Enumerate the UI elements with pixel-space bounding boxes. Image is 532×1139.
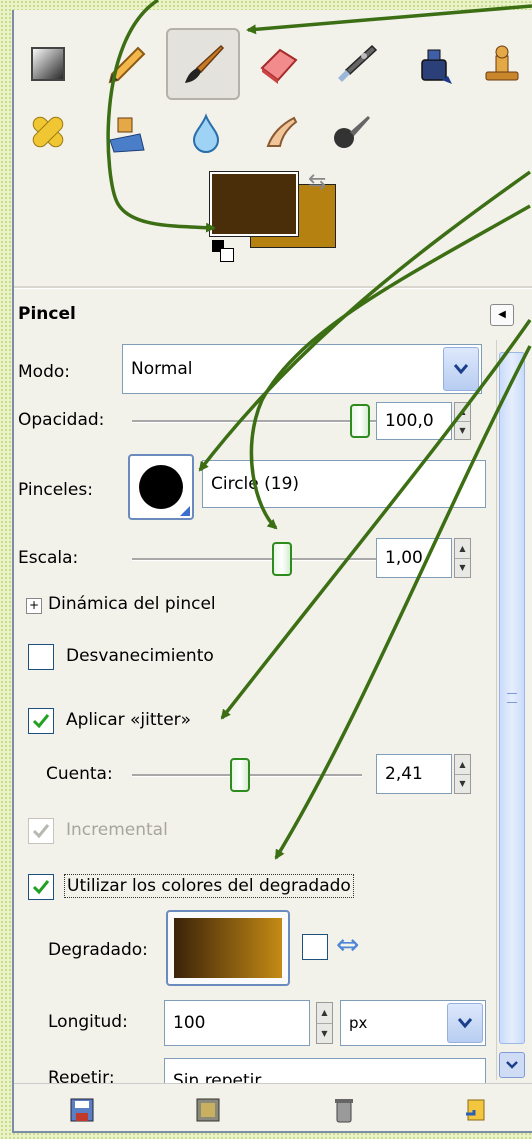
opacity-input[interactable]: 100,0 <box>376 402 452 440</box>
length-spinner[interactable]: ▲ ▼ <box>316 1002 333 1044</box>
restore-options-icon[interactable] <box>194 1096 222 1124</box>
paintbrush-icon <box>185 44 225 83</box>
smudge-tool[interactable] <box>252 104 308 160</box>
length-value: 100 <box>173 1013 206 1033</box>
opacity-slider-thumb[interactable] <box>350 404 370 438</box>
brush-name-field[interactable]: Circle (19) <box>202 460 486 508</box>
use-gradient-checkbox[interactable] <box>28 874 54 900</box>
incremental-label: Incremental <box>66 820 168 840</box>
bandage-icon <box>32 116 64 148</box>
use-gradient-label: Utilizar los colores del degradado <box>64 874 354 898</box>
reset-options-icon[interactable] <box>462 1096 490 1124</box>
options-scrollbar[interactable] <box>496 340 527 1080</box>
fade-label: Desvanecimiento <box>66 646 214 666</box>
dynamics-expander-label[interactable]: Dinámica del pincel <box>48 594 216 614</box>
mode-select[interactable]: Normal <box>122 344 482 394</box>
airbrush-icon <box>338 44 378 82</box>
pencil-tool[interactable] <box>98 36 154 92</box>
incremental-checkbox[interactable] <box>28 818 54 844</box>
checkmark-icon <box>32 824 50 839</box>
scale-input[interactable]: 1,00 <box>376 538 452 578</box>
checkmark-icon <box>32 714 50 729</box>
checkmark-icon <box>32 880 50 895</box>
blend-tool[interactable] <box>20 36 76 92</box>
clone-stamp-icon <box>485 45 519 81</box>
options-bottom-bar <box>14 1083 532 1131</box>
scrollbar-thumb[interactable] <box>499 352 525 1044</box>
length-unit-value: px <box>349 1014 368 1032</box>
airbrush-tool[interactable] <box>328 36 384 92</box>
circle-brush-icon <box>139 465 183 509</box>
scale-spinner[interactable]: ▲ ▼ <box>454 538 471 578</box>
fade-checkbox[interactable] <box>28 644 54 670</box>
blur-tool[interactable] <box>178 104 234 160</box>
pencil-icon <box>108 46 146 84</box>
length-input[interactable]: 100 <box>164 1000 310 1046</box>
scale-label: Escala: <box>18 548 79 568</box>
smudge-finger-icon <box>266 116 298 147</box>
reverse-arrows-icon[interactable]: ⇔ <box>336 928 359 961</box>
scroll-down-button[interactable] <box>499 1052 525 1078</box>
mode-label: Modo: <box>18 362 70 382</box>
expander-plus-icon[interactable]: + <box>26 598 42 614</box>
trash-icon[interactable] <box>330 1096 358 1124</box>
gradient-preview-button[interactable] <box>166 910 290 986</box>
gradient-label: Degradado: <box>48 940 148 960</box>
mode-value: Normal <box>131 359 193 379</box>
save-options-icon[interactable] <box>68 1096 96 1124</box>
heal-tool[interactable] <box>20 104 76 160</box>
paintbrush-tool[interactable] <box>166 28 240 100</box>
options-menu-icon[interactable]: ◀ <box>490 304 514 326</box>
scale-value: 1,00 <box>385 548 423 568</box>
opacity-spinner[interactable]: ▲ ▼ <box>454 402 471 440</box>
length-label: Longitud: <box>48 1012 128 1032</box>
brush-preview-button[interactable] <box>128 454 194 520</box>
gradient-swatch <box>174 918 282 978</box>
opacity-value: 100,0 <box>385 411 434 431</box>
opacity-label: Opacidad: <box>18 410 105 430</box>
blend-icon <box>31 47 65 81</box>
perspective-clone-icon <box>109 117 145 153</box>
chevron-down-icon[interactable] <box>443 347 479 391</box>
foreground-color-swatch[interactable] <box>209 171 299 237</box>
toolbox-window: ⇆ Pincel ◀ Modo: Normal Opacidad: 100,0 … <box>12 10 532 1133</box>
amount-value: 2,41 <box>385 764 423 784</box>
eraser-tool[interactable] <box>250 36 306 92</box>
options-title: Pincel <box>18 304 76 324</box>
ink-icon <box>421 49 452 84</box>
ink-tool[interactable] <box>406 36 462 92</box>
amount-slider-thumb[interactable] <box>230 758 250 792</box>
amount-input[interactable]: 2,41 <box>376 754 452 794</box>
clone-tool[interactable] <box>474 36 530 92</box>
brush-value: Circle (19) <box>211 474 300 494</box>
scale-slider-track[interactable] <box>132 558 378 561</box>
eraser-icon <box>260 48 298 84</box>
jitter-label: Aplicar «jitter» <box>66 710 192 730</box>
water-drop-icon <box>192 113 220 153</box>
jitter-checkbox[interactable] <box>28 708 54 734</box>
reverse-gradient-checkbox[interactable] <box>302 934 328 960</box>
dodge-burn-icon <box>334 116 370 148</box>
opacity-slider-track[interactable] <box>132 420 378 423</box>
scale-slider-thumb[interactable] <box>272 542 292 576</box>
amount-spinner[interactable]: ▲ ▼ <box>454 754 471 794</box>
chevron-down-icon[interactable] <box>447 1003 483 1043</box>
perspective-clone-tool[interactable] <box>98 104 154 160</box>
swap-colors-icon[interactable]: ⇆ <box>308 170 326 195</box>
amount-label: Cuenta: <box>46 764 113 784</box>
default-colors-icon[interactable] <box>212 240 234 262</box>
brush-label: Pinceles: <box>18 480 93 500</box>
dodge-burn-tool[interactable] <box>322 104 378 160</box>
length-unit-select[interactable]: px <box>340 1000 486 1046</box>
